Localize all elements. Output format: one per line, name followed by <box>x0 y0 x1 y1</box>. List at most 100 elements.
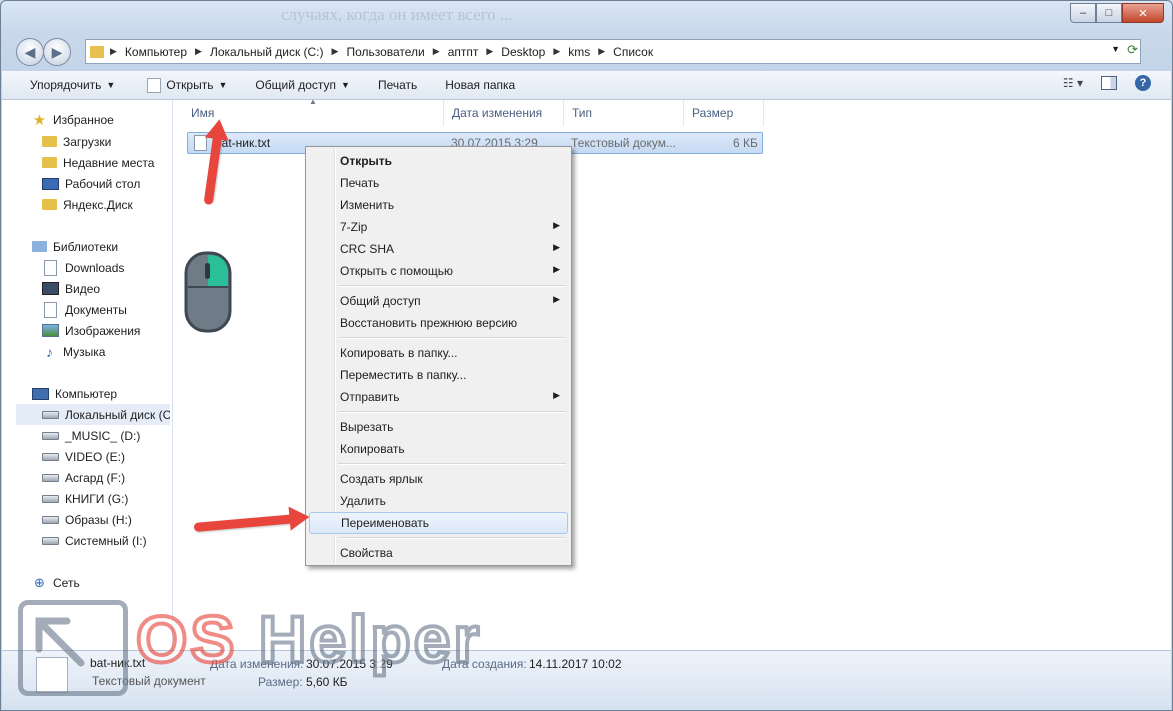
sidebar-item-label: Яндекс.Диск <box>63 197 133 212</box>
sidebar-item-label: Образы (H:) <box>65 512 132 527</box>
drive-icon <box>42 431 59 440</box>
close-button[interactable]: ✕ <box>1122 3 1164 23</box>
image-icon <box>42 324 59 337</box>
menu-item-edit[interactable]: Изменить <box>309 194 568 216</box>
menu-item-crc-sha[interactable]: CRC SHA ▶ <box>309 238 568 260</box>
breadcrumb-desktop[interactable]: Desktop <box>501 45 545 59</box>
minimize-button[interactable]: – <box>1070 3 1096 23</box>
menu-item-cut[interactable]: Вырезать <box>309 416 568 438</box>
sidebar-item-drive-c[interactable]: Локальный диск (C:) <box>16 404 170 425</box>
sidebar-item-label: Музыка <box>63 344 106 359</box>
column-header-type[interactable]: Тип <box>564 100 684 126</box>
menu-item-copy-to[interactable]: Копировать в папку... <box>309 342 568 364</box>
caption-buttons: – □ ✕ <box>1070 3 1164 23</box>
sidebar-item-label: Избранное <box>53 112 114 127</box>
breadcrumb-users[interactable]: Пользователи <box>346 45 424 59</box>
sidebar-item-label: КНИГИ (G:) <box>65 491 129 506</box>
menu-separator <box>338 463 566 465</box>
breadcrumb-local-disk[interactable]: Локальный диск (C:) <box>210 45 324 59</box>
organize-label: Упорядочить <box>30 78 102 92</box>
document-icon <box>147 77 162 93</box>
watermark-text: OS Helper <box>134 604 482 674</box>
menu-separator <box>338 537 566 539</box>
file-type: Текстовый докум... <box>571 136 676 150</box>
document-icon <box>44 259 57 276</box>
star-icon: ★ <box>32 111 47 129</box>
mouse-icon <box>184 251 232 333</box>
menu-item-restore-previous[interactable]: Восстановить прежнюю версию <box>309 312 568 334</box>
command-bar: Упорядочить ▼ Открыть ▼ Общий доступ ▼ П… <box>2 71 1171 100</box>
background-text: случаях, когда он имеет всего ... <box>281 5 513 24</box>
folder-icon <box>42 136 57 147</box>
menu-item-properties[interactable]: Свойства <box>309 542 568 564</box>
drive-icon <box>42 410 59 419</box>
view-options-icon[interactable]: ☷ ▾ <box>1063 76 1083 90</box>
watermark-helper: Helper <box>237 602 483 676</box>
maximize-button[interactable]: □ <box>1096 3 1122 23</box>
submenu-arrow-icon: ▶ <box>553 390 560 400</box>
new-folder-button[interactable]: Новая папка <box>445 78 515 92</box>
menu-item-send-to[interactable]: Отправить ▶ <box>309 386 568 408</box>
sidebar-item-label: Видео <box>65 281 101 296</box>
chevron-right-icon: ▶ <box>331 46 339 56</box>
folder-icon <box>90 45 104 58</box>
column-header-size[interactable]: Размер <box>684 100 764 126</box>
help-icon[interactable]: ? <box>1135 75 1151 91</box>
menu-item-move-to[interactable]: Переместить в папку... <box>309 364 568 386</box>
forward-button[interactable]: ▶ <box>43 38 71 66</box>
library-icon <box>32 241 47 252</box>
refresh-icon[interactable]: ⟳ <box>1127 42 1138 58</box>
organize-button[interactable]: Упорядочить ▼ <box>30 78 115 92</box>
breadcrumb-kms[interactable]: kms <box>568 45 590 59</box>
print-button[interactable]: Печать <box>378 78 417 92</box>
drive-icon <box>42 452 59 461</box>
menu-item-share[interactable]: Общий доступ ▶ <box>309 290 568 312</box>
menu-item-7zip[interactable]: 7-Zip ▶ <box>309 216 568 238</box>
navigation-pane: ★ Избранное Загрузки Недавние места Рабоч… <box>2 100 173 650</box>
menu-item-label: CRC SHA <box>340 242 395 256</box>
drive-icon <box>42 494 59 503</box>
menu-item-label: Открыть с помощью <box>340 264 454 278</box>
sidebar-item-label: _MUSIC_ (D:) <box>65 428 141 443</box>
menu-separator <box>338 411 566 413</box>
breadcrumb-computer[interactable]: Компьютер <box>125 45 187 59</box>
menu-item-copy[interactable]: Копировать <box>309 438 568 460</box>
column-header-date[interactable]: Дата изменения <box>444 100 564 126</box>
sidebar-item-label: Асгард (F:) <box>65 470 126 485</box>
video-icon <box>42 282 59 295</box>
preview-pane-icon[interactable] <box>1101 76 1117 90</box>
chevron-right-icon: ▶ <box>553 46 561 56</box>
document-icon <box>44 301 57 318</box>
menu-item-open[interactable]: Открыть <box>309 150 568 172</box>
menu-item-open-with[interactable]: Открыть с помощью ▶ <box>309 260 568 282</box>
address-bar[interactable]: ▶ Компьютер ▶ Локальный диск (C:) ▶ Поль… <box>85 39 1141 64</box>
sidebar-item-label: Системный (I:) <box>65 533 147 548</box>
details-created-value: 14.11.2017 10:02 <box>529 657 622 671</box>
sidebar-item-label: Документы <box>65 302 127 317</box>
chevron-down-icon: ▼ <box>218 80 228 90</box>
share-button[interactable]: Общий доступ ▼ <box>255 78 350 92</box>
breadcrumb-user[interactable]: аптпт <box>448 45 479 59</box>
chevron-right-icon: ▶ <box>598 46 606 56</box>
menu-item-rename[interactable]: Переименовать <box>309 512 568 534</box>
back-button[interactable]: ◀ <box>16 38 44 66</box>
menu-item-label: Отправить <box>340 390 400 404</box>
open-button[interactable]: Открыть ▼ <box>147 77 228 93</box>
drive-icon <box>42 515 59 524</box>
chevron-right-icon: ▶ <box>432 46 440 56</box>
breadcrumb-list[interactable]: Список <box>613 45 653 59</box>
menu-item-delete[interactable]: Удалить <box>309 490 568 512</box>
watermark-logo: OS Helper <box>18 598 481 698</box>
computer-icon <box>32 387 49 400</box>
sidebar-item-label: Локальный диск (C:) <box>65 407 170 422</box>
sidebar-item-label: VIDEO (E:) <box>65 449 126 464</box>
chevron-down-icon[interactable]: ▼ <box>1111 44 1120 54</box>
menu-item-print[interactable]: Печать <box>309 172 568 194</box>
chevron-down-icon: ▼ <box>341 80 350 90</box>
menu-item-label: Общий доступ <box>340 294 421 308</box>
submenu-arrow-icon: ▶ <box>553 220 560 230</box>
sidebar-item-label: Загрузки <box>63 134 112 149</box>
sidebar-item-label: Сеть <box>53 575 80 590</box>
sidebar-item-label: Изображения <box>65 323 141 338</box>
menu-item-create-shortcut[interactable]: Создать ярлык <box>309 468 568 490</box>
